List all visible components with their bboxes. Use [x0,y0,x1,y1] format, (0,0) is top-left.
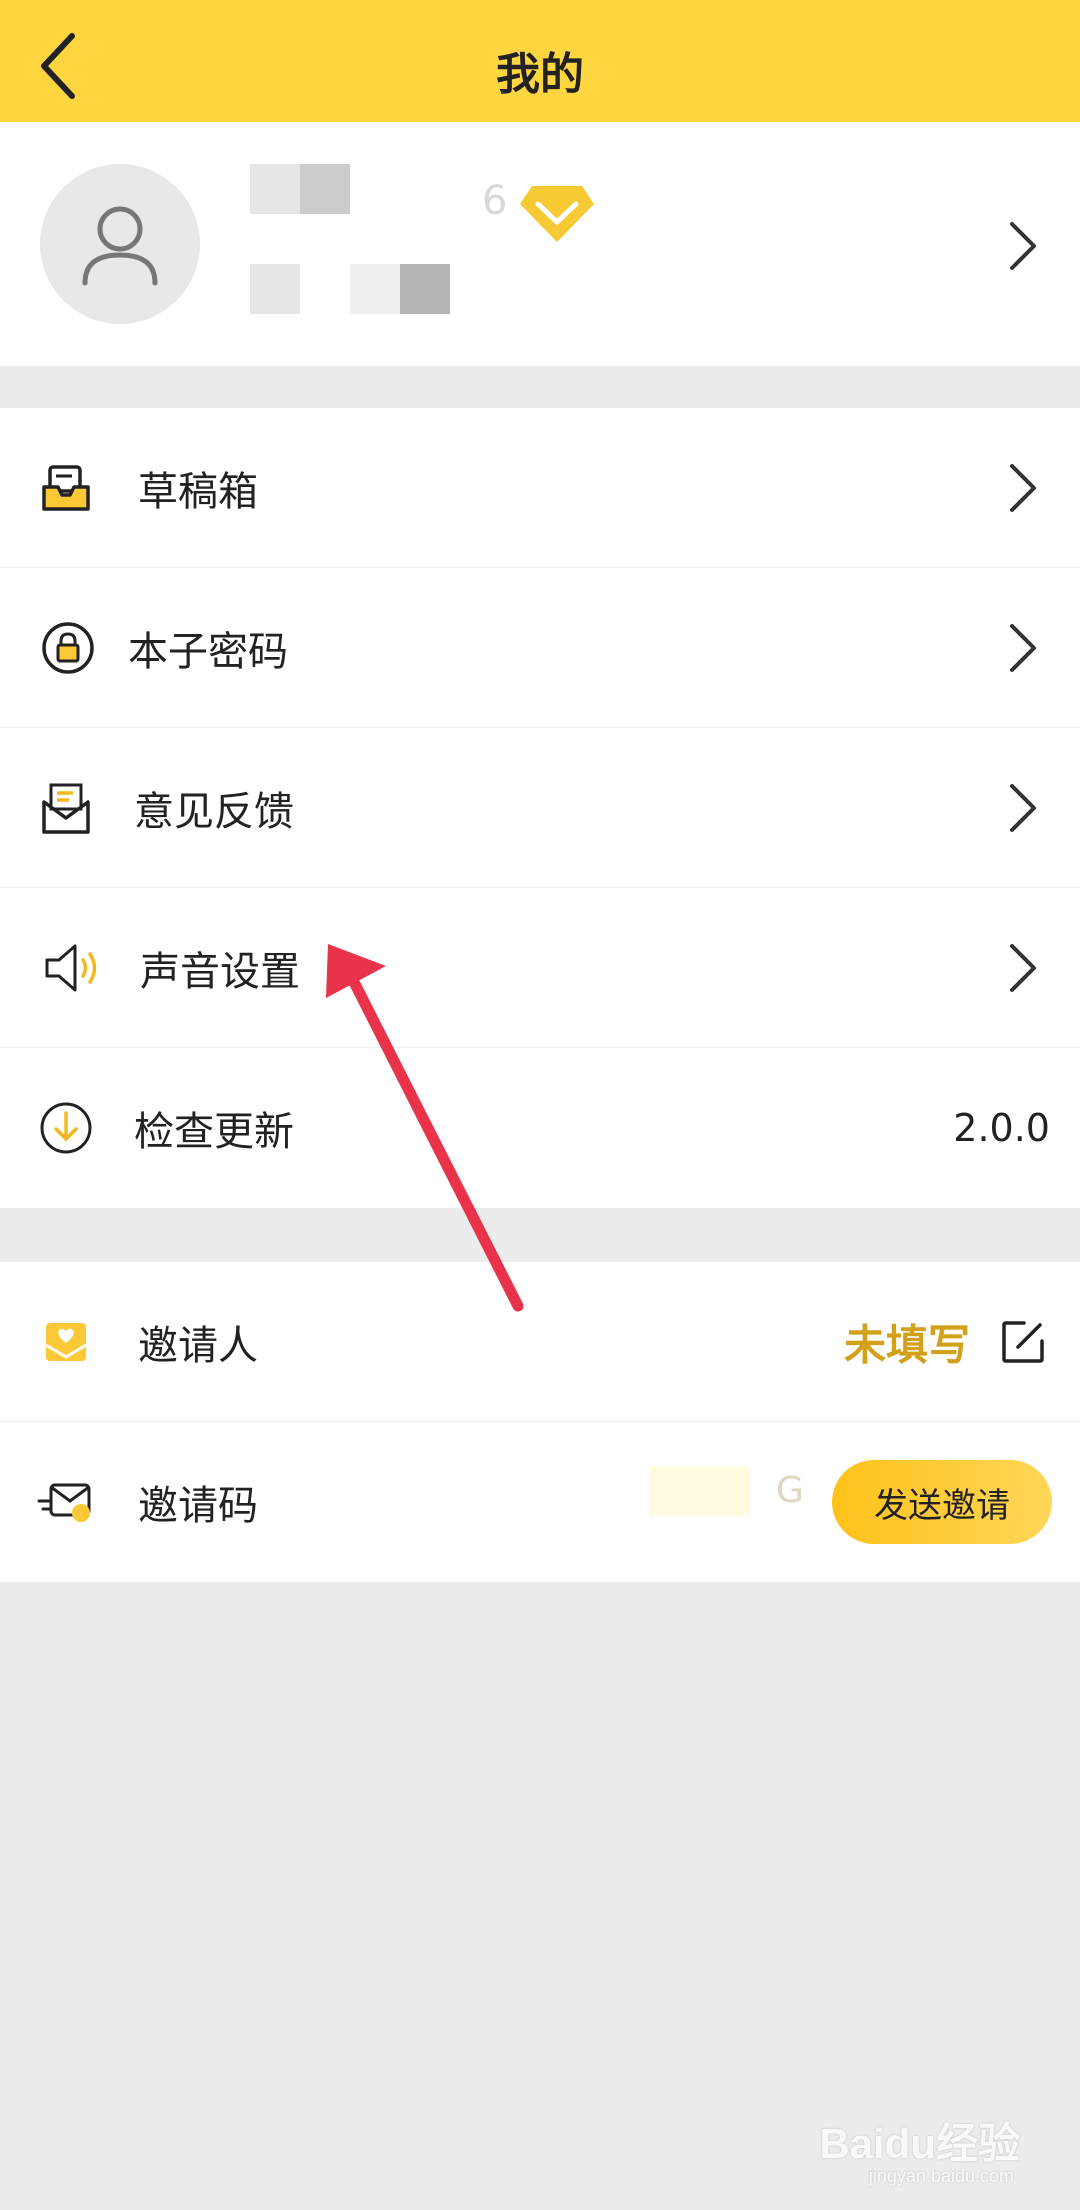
settings-menu: 草稿箱 本子密码 意见反馈 声音设置 检查更新 2.0.0 [0,408,1080,1208]
invite-code-row[interactable]: 邀请码 G 发送邀请 [0,1422,1080,1582]
menu-item-sound-settings[interactable]: 声音设置 [0,888,1080,1048]
menu-item-check-update[interactable]: 检查更新 2.0.0 [0,1048,1080,1208]
download-icon [34,1096,98,1160]
watermark-url: jingyan.baidu.com [868,2166,1014,2186]
menu-item-label: 草稿箱 [138,468,258,515]
user-icon [82,206,158,286]
menu-item-label: 检查更新 [134,1109,294,1155]
inviter-value[interactable]: 未填写 [844,1311,970,1372]
chevron-right-icon [1010,623,1036,672]
blurred-invite-code [650,1466,750,1516]
menu-item-label: 本子密码 [128,628,288,675]
lock-icon [36,616,100,680]
inviter-label: 邀请人 [138,1322,258,1369]
page-title: 我的 [496,49,584,100]
menu-item-label: 意见反馈 [134,788,294,835]
send-mail-icon [34,1470,98,1534]
blurred-username [250,164,300,214]
menu-item-drafts[interactable]: 草稿箱 [0,408,1080,568]
invite-section: 邀请人 未填写 邀请码 G 发送邀请 [0,1262,1080,1582]
invite-code-suffix: G [776,1470,804,1511]
top-bar: 我的 [0,0,1080,122]
menu-item-label: 声音设置 [140,948,300,995]
chevron-right-icon [1010,783,1036,832]
invite-code-label: 邀请码 [138,1483,258,1529]
edit-icon[interactable] [1000,1319,1046,1365]
chevron-right-icon [1010,943,1036,992]
profile-card[interactable]: 6 [0,122,1080,366]
send-invite-button[interactable]: 发送邀请 [832,1460,1052,1544]
chevron-right-icon [1010,463,1036,512]
envelope-icon [34,776,98,840]
vip-diamond-icon [520,186,594,242]
blurred-user-id [400,264,450,314]
version-number: 2.0.0 [953,1106,1050,1150]
username-suffix: 6 [482,178,508,224]
inviter-row[interactable]: 邀请人 未填写 [0,1262,1080,1422]
speaker-icon [40,936,104,1000]
avatar[interactable] [40,164,200,324]
chevron-right-icon [1010,222,1036,270]
blurred-user-id [350,264,400,314]
menu-item-feedback[interactable]: 意见反馈 [0,728,1080,888]
blurred-username [300,164,350,214]
watermark-brand: Baidu经验 [819,2120,1020,2167]
drafts-box-icon [34,456,98,520]
menu-item-book-password[interactable]: 本子密码 [0,568,1080,728]
inviter-envelope-icon [34,1310,98,1374]
blurred-user-id [250,264,300,314]
